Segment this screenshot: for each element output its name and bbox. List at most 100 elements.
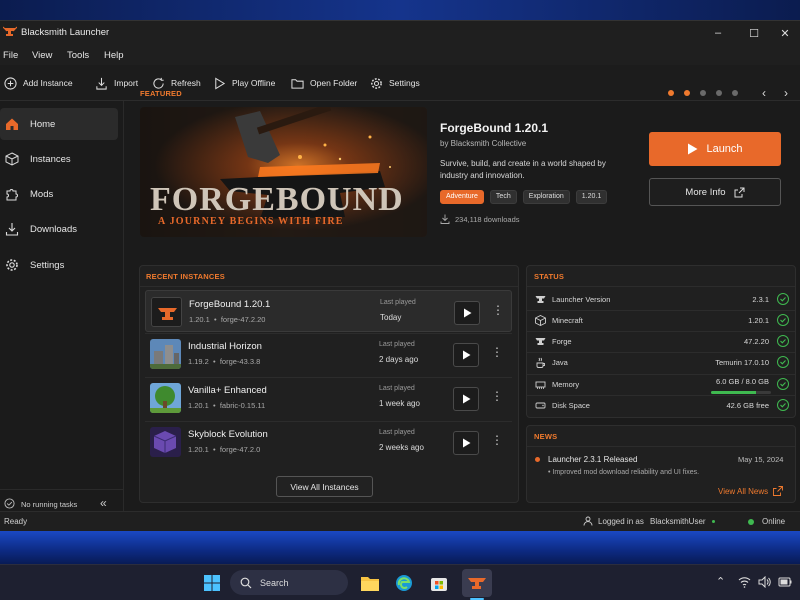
taskbar-search-label: Search [260, 577, 289, 588]
taskbar-search[interactable]: Search [230, 570, 348, 595]
username[interactable]: BlacksmithUser [650, 517, 706, 526]
more-options-icon[interactable]: ⋮ [491, 434, 503, 446]
instance-name: Skyblock Evolution [188, 429, 268, 440]
menu-file[interactable]: File [3, 50, 18, 61]
carousel-dot[interactable] [716, 90, 722, 96]
status-bar: Ready Logged in as BlacksmithUser Online [0, 511, 800, 531]
last-played-label: Last played [379, 385, 415, 392]
store-button[interactable] [427, 571, 451, 595]
play-icon [462, 438, 470, 448]
sidebar-item-instances[interactable]: Instances [0, 143, 118, 175]
edge-browser-button[interactable] [392, 571, 416, 595]
launch-button[interactable]: Launch [649, 132, 781, 166]
check-icon [777, 314, 789, 326]
view-all-instances-button[interactable]: View All Instances [276, 476, 373, 497]
tag-exploration[interactable]: Exploration [522, 190, 570, 204]
more-options-icon[interactable]: ⋮ [492, 304, 504, 316]
launcher-taskbar-button[interactable] [462, 569, 492, 597]
divider [527, 446, 795, 447]
memory-icon [535, 381, 546, 389]
check-icon [777, 293, 789, 305]
collapse-sidebar-icon[interactable]: « [100, 496, 107, 510]
instance-row[interactable]: Skyblock Evolution 1.20.1 • forge-47.2.0… [145, 421, 512, 463]
toolbar-settings-button[interactable]: Settings [370, 74, 420, 92]
featured-banner-image[interactable]: FORGEBOUND A JOURNEY BEGINS WITH FIRE [140, 107, 427, 237]
play-icon [462, 350, 470, 360]
news-title[interactable]: Launcher 2.3.1 Released [548, 455, 637, 464]
sidebar-item-label: Mods [30, 188, 54, 200]
anvil-logo-icon [3, 26, 17, 36]
close-button[interactable]: ✕ [770, 21, 800, 45]
carousel-dot[interactable] [684, 90, 690, 96]
instance-row[interactable]: Vanilla+ Enhanced 1.20.1 • fabric-0.15.1… [145, 377, 512, 419]
minimize-icon: – [714, 27, 722, 39]
status-ready: Ready [4, 517, 28, 526]
maximize-button[interactable]: ☐ [734, 21, 774, 45]
play-instance-button[interactable] [453, 387, 479, 411]
status-value: 6.0 GB / 8.0 GB [716, 377, 769, 386]
sidebar-item-home[interactable]: Home [0, 108, 118, 140]
status-label: Forge [552, 337, 572, 346]
wifi-icon[interactable] [738, 576, 751, 588]
memory-usage-fill [711, 391, 756, 394]
maximize-icon: ☐ [749, 27, 759, 40]
view-all-news-link[interactable]: View All News [718, 486, 784, 496]
status-row-minecraft: Minecraft 1.20.1 [527, 310, 795, 331]
instance-meta: 1.19.2 • forge-43.3.8 [188, 357, 261, 366]
play-instance-button[interactable] [453, 431, 479, 455]
carousel-next-icon[interactable]: › [784, 86, 788, 100]
play-instance-button[interactable] [453, 343, 479, 367]
puzzle-icon [6, 189, 18, 201]
instance-meta: 1.20.1 • forge-47.2.20 [189, 315, 266, 324]
sidebar-item-downloads[interactable]: Downloads [0, 213, 118, 245]
check-circle-icon [4, 498, 15, 509]
featured-header: FEATURED [140, 89, 182, 98]
battery-icon[interactable] [778, 575, 792, 589]
status-row-disk: Disk Space 42.6 GB free [527, 395, 795, 416]
toolbar-settings-label: Settings [389, 78, 420, 88]
play-icon [688, 143, 698, 155]
cube-icon [5, 152, 19, 166]
status-row-forge: Forge 47.2.20 [527, 331, 795, 352]
status-value: 47.2.20 [743, 337, 769, 346]
tag-tech[interactable]: Tech [489, 190, 517, 204]
import-button[interactable]: Import [95, 74, 138, 92]
sidebar-item-label: Home [30, 118, 56, 130]
minimize-button[interactable]: – [698, 21, 738, 45]
carousel-dot[interactable] [700, 90, 706, 96]
status-value: 1.20.1 [748, 316, 769, 325]
play-instance-button[interactable] [454, 301, 480, 325]
check-icon [777, 399, 789, 411]
menu-tools[interactable]: Tools [67, 50, 89, 61]
instance-row[interactable]: Industrial Horizon 1.19.2 • forge-43.3.8… [145, 333, 512, 375]
volume-icon[interactable] [758, 576, 771, 588]
more-options-icon[interactable]: ⋮ [491, 390, 503, 402]
view-all-news-label: View All News [718, 486, 769, 496]
anvil-icon [535, 338, 546, 345]
add-instance-button[interactable]: Add Instance [4, 74, 73, 92]
instance-row[interactable]: ForgeBound 1.20.1 1.20.1 • forge-47.2.20… [145, 290, 512, 332]
open-folder-button[interactable]: Open Folder [291, 74, 357, 92]
sidebar-item-label: Downloads [30, 223, 77, 235]
sidebar-item-mods[interactable]: Mods [0, 178, 118, 210]
file-explorer-button[interactable] [358, 571, 382, 595]
carousel-dot[interactable] [668, 90, 674, 96]
tag-adventure[interactable]: Adventure [440, 190, 484, 204]
chevron-up-icon[interactable]: ⌃ [716, 575, 725, 588]
menu-help[interactable]: Help [104, 50, 124, 61]
user-online-dot [712, 520, 715, 523]
featured-author: by Blacksmith Collective [440, 139, 527, 148]
more-info-button[interactable]: More Info [649, 178, 781, 206]
carousel-prev-icon[interactable]: ‹ [762, 86, 766, 100]
refresh-label: Refresh [171, 78, 201, 88]
sidebar-item-settings[interactable]: Settings [0, 249, 118, 281]
more-options-icon[interactable]: ⋮ [491, 346, 503, 358]
menu-view[interactable]: View [32, 50, 52, 61]
carousel-dot[interactable] [732, 90, 738, 96]
external-link-icon [734, 187, 745, 197]
tag-version[interactable]: 1.20.1 [575, 190, 608, 204]
start-button[interactable] [200, 571, 224, 595]
play-offline-button[interactable]: Play Offline [213, 74, 275, 92]
anvil-icon [535, 296, 546, 303]
last-played-value: 1 week ago [379, 399, 420, 408]
